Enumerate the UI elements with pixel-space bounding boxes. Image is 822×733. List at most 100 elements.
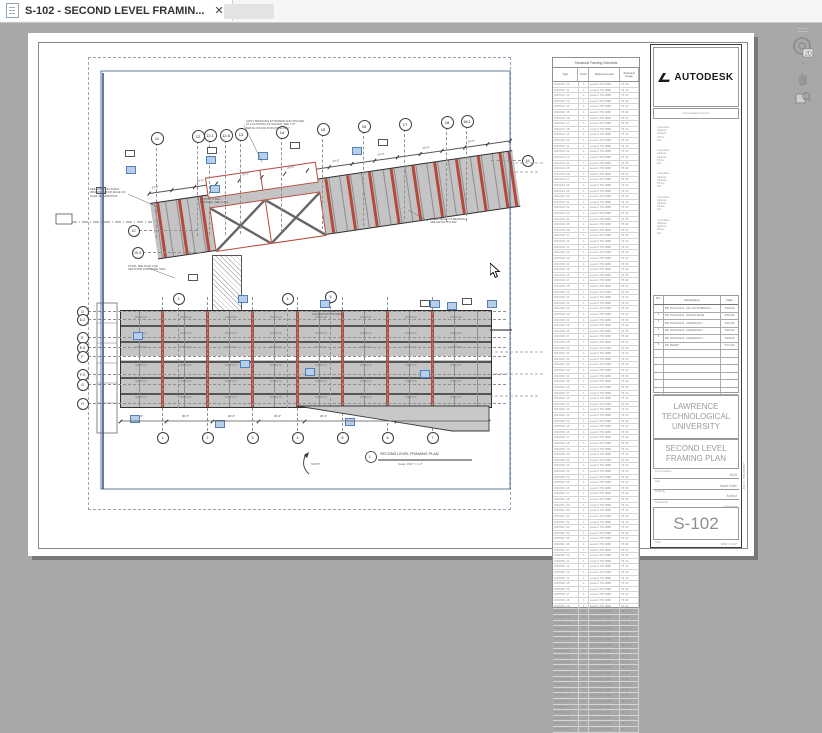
grid-bubble-top: 12.1 — [204, 129, 217, 142]
elevation-tag — [188, 274, 198, 281]
schedule-cell-usage: 76 CF — [620, 396, 639, 401]
schedule-cell-count: 1 — [579, 520, 589, 525]
navbar-grip[interactable] — [798, 28, 808, 32]
schedule-cell-count: 1 — [579, 688, 589, 693]
schedule-cell-ref: Level 2 TW 4880 — [589, 514, 620, 519]
zoom-window-icon[interactable] — [795, 90, 811, 106]
schedule-cell-type: W10X12: 14 — [553, 104, 579, 109]
schedule-cell-ref: Level 2 TW 4880 — [589, 391, 620, 396]
section-tag-blue — [206, 156, 216, 164]
dimension-text: 30'-0" — [320, 414, 327, 418]
revision-row-empty — [654, 350, 738, 358]
schedule-cell-count: 1 — [579, 637, 589, 642]
schedule-cell-type: W21X44: 27 — [553, 649, 579, 654]
schedule-cell-type: W12X14: 22 — [553, 149, 579, 154]
schedule-cell-ref: Level 2 TW 4880 — [589, 469, 620, 474]
schedule-cell-count: 1 — [579, 469, 589, 474]
schedule-title: Structural Framing Schedule — [553, 58, 639, 68]
schedule-cell-ref: Level 2 TW 4880 — [589, 435, 620, 440]
schedule-cell-count: 1 — [579, 211, 589, 216]
tab-close-icon[interactable]: ✕ — [215, 4, 224, 17]
schedule-cell-usage: 76 CF — [620, 463, 639, 468]
schedule-cell-usage: 76 CF — [620, 632, 639, 637]
schedule-cell-ref: Level 2 TW 4880 — [589, 166, 620, 171]
schedule-cell-usage: 76 CF — [620, 553, 639, 558]
schedule-cell-type: W14X22: 11 — [553, 402, 579, 407]
schedule-cell-type: W21X44: 24 — [553, 632, 579, 637]
schedule-cell-usage: 76 CF — [620, 469, 639, 474]
section-tag-blue — [487, 300, 497, 308]
view-scale: Scale: 3/32" = 1'-0" — [398, 462, 423, 466]
revision-desc: BID PACKAGE B - ADDENDUM 1 — [664, 320, 721, 327]
schedule-cell-count: 1 — [579, 716, 589, 721]
autodesk-logo-icon — [658, 72, 671, 83]
joist-line — [229, 311, 230, 407]
beam-label: W12X19 — [270, 363, 282, 367]
beam-line — [121, 377, 491, 379]
schedule-cell-usage: 76 CF — [620, 273, 639, 278]
beam-label: W12X19 — [360, 363, 372, 367]
schedule-cell-ref: Level 2 TW 4880 — [589, 284, 620, 289]
beam-label: W12X19 — [450, 395, 462, 399]
schedule-cell-ref: Level 2 TW 4880 — [589, 424, 620, 429]
schedule-cell-ref: Level 2 TW 4880 — [589, 710, 620, 715]
schedule-cell-count: 1 — [579, 632, 589, 637]
schedule-cell-usage: 76 CF — [620, 503, 639, 508]
schedule-cell-usage: 76 CF — [620, 604, 639, 609]
joist-line — [454, 311, 455, 407]
revision-table: No. Description Date BID PACKAGE B - 50%… — [653, 295, 739, 393]
schedule-cell-usage: 76 CF — [620, 531, 639, 536]
schedule-cell-type: W16X31: 31 — [553, 514, 579, 519]
schedule-cell-count: 1 — [579, 424, 589, 429]
dimension-text: 30'-0" — [412, 414, 419, 418]
pan-hand-icon[interactable] — [795, 70, 811, 86]
schedule-cell-type: W12X26: 26 — [553, 329, 579, 334]
schedule-cell-count: 1 — [579, 665, 589, 670]
schedule-cell-count: 1 — [579, 121, 589, 126]
beam-label: W12X19 — [405, 331, 417, 335]
schedule-cell-type: W24X55: 10 — [553, 710, 579, 715]
beam-label: W12X19 — [270, 395, 282, 399]
grid-bubble-top: 12 — [192, 130, 205, 143]
schedule-cell-ref: Level 2 TW 4880 — [589, 463, 620, 468]
schedule-cell-ref: Level 2 TW 4880 — [589, 649, 620, 654]
schedule-cell-ref: Level 2 TW 4880 — [589, 677, 620, 682]
section-tag-blue — [447, 302, 457, 310]
schedule-cell-type: W12X26: 28 — [553, 340, 579, 345]
steering-wheel-2d-icon[interactable]: 2D — [792, 36, 814, 58]
schedule-cell-ref: Level 2 TW 4880 — [589, 273, 620, 278]
schedule-cell-ref: Level 2 TW 4880 — [589, 419, 620, 424]
schedule-cell-type: W14X22: 30 — [553, 351, 579, 356]
schedule-cell-count: 1 — [579, 155, 589, 160]
schedule-cell-usage: 76 CF — [620, 649, 639, 654]
revision-desc — [664, 388, 721, 395]
schedule-cell-usage: 76 CF — [620, 116, 639, 121]
schedule-cell-count: 1 — [579, 413, 589, 418]
schedule-cell-count: 1 — [579, 463, 589, 468]
grid-bubble-bottom: 2 — [202, 432, 214, 444]
schedule-cell-usage: 76 CF — [620, 245, 639, 250]
schedule-cell-count: 1 — [579, 447, 589, 452]
schedule-cell-ref: Level 2 TW 4880 — [589, 194, 620, 199]
schedule-cell-usage: 76 CF — [620, 351, 639, 356]
schedule-cell-count: 1 — [579, 250, 589, 255]
field-value: 1019 — [729, 473, 737, 477]
schedule-cell-count: 1 — [579, 677, 589, 682]
drawing-canvas[interactable]: 20'-0"20'-0"20'-0"20'-0"20'-0"20'-0"20'-… — [0, 22, 822, 584]
schedule-cell-count: 1 — [579, 183, 589, 188]
beam-label: W12X19 — [360, 379, 372, 383]
schedule-cell-usage: 76 CF — [620, 205, 639, 210]
view-tab-s102[interactable]: S-102 - SECOND LEVEL FRAMIN... ✕ — [0, 0, 233, 21]
field-value: Author — [726, 494, 737, 498]
field-value: Issue Date — [720, 484, 737, 488]
schedule-cell-ref: Level 2 TW 4880 — [589, 290, 620, 295]
schedule-cell-type: W12X26: 19 — [553, 290, 579, 295]
grid-line — [342, 297, 343, 431]
schedule-cell-type: W16X31: 30 — [553, 508, 579, 513]
chevron-down-icon[interactable]: ▾ — [801, 62, 804, 66]
schedule-cell-ref: Level 2 TW 4880 — [589, 149, 620, 154]
schedule-cell-type: W18X35: 17 — [553, 592, 579, 597]
schedule-cell-count: 1 — [579, 615, 589, 620]
schedule-cell-count: 1 — [579, 205, 589, 210]
connector-corridor — [212, 255, 242, 315]
